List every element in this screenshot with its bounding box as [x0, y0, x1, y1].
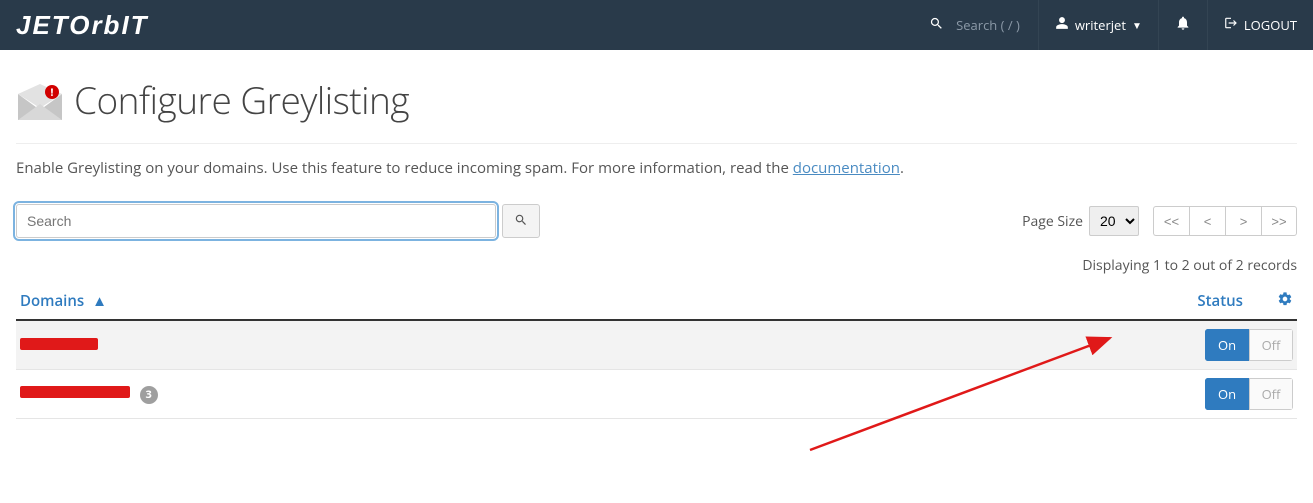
toggle-off-button[interactable]: Off — [1249, 329, 1293, 361]
page-description: Enable Greylisting on your domains. Use … — [16, 158, 1297, 178]
column-header-status[interactable]: Status — [764, 283, 1297, 320]
toggle-off-button[interactable]: Off — [1249, 378, 1293, 410]
toggle-on-button[interactable]: On — [1205, 378, 1249, 410]
description-suffix: . — [900, 158, 904, 178]
notifications-button[interactable] — [1158, 0, 1207, 50]
gear-icon[interactable] — [1277, 291, 1293, 312]
bell-icon — [1175, 15, 1191, 35]
table-toolbar: Page Size 20 << < > >> — [16, 204, 1297, 238]
domain-name-redacted — [20, 338, 98, 350]
caret-down-icon: ▼ — [1132, 18, 1142, 32]
sort-asc-icon: ▲ — [92, 291, 107, 311]
search-icon — [514, 213, 528, 230]
svg-text:!: ! — [50, 85, 53, 100]
search-group — [16, 204, 540, 238]
domain-name-redacted — [20, 386, 130, 398]
greylisting-envelope-icon: ! — [16, 82, 60, 118]
table-row: 3 On Off — [16, 370, 1297, 419]
records-info: Displaying 1 to 2 out of 2 records — [16, 256, 1297, 275]
brand-logo: JETOrbIT — [0, 10, 165, 41]
pager-next-button[interactable]: > — [1225, 206, 1261, 236]
status-header-label: Status — [1197, 291, 1243, 311]
column-header-domains[interactable]: Domains ▲ — [16, 283, 764, 320]
search-icon — [929, 16, 944, 35]
page-header: ! Configure Greylisting — [16, 66, 1297, 144]
user-menu[interactable]: writerjet ▼ — [1038, 0, 1158, 50]
pager-last-button[interactable]: >> — [1261, 206, 1297, 236]
domain-search-input[interactable] — [16, 204, 496, 238]
page-title: Configure Greylisting — [74, 74, 409, 125]
page-size-group: Page Size 20 << < > >> — [1022, 206, 1297, 236]
pager-prev-button[interactable]: < — [1189, 206, 1225, 236]
logout-button[interactable]: LOGOUT — [1207, 0, 1313, 50]
description-text: Enable Greylisting on your domains. Use … — [16, 158, 793, 178]
table-row: On Off — [16, 320, 1297, 370]
pager-first-button[interactable]: << — [1153, 206, 1189, 236]
logout-icon — [1224, 16, 1238, 34]
search-placeholder-text: Search ( / ) — [956, 16, 1020, 34]
logout-label: LOGOUT — [1244, 16, 1297, 34]
greylisting-toggle: On Off — [1205, 329, 1293, 361]
username-label: writerjet — [1075, 16, 1126, 34]
topbar: JETOrbIT Search ( / ) writerjet ▼ LOGOUT — [0, 0, 1313, 50]
domains-table: Domains ▲ Status On O — [16, 283, 1297, 419]
greylisting-toggle: On Off — [1205, 378, 1293, 410]
documentation-link[interactable]: documentation — [793, 158, 900, 178]
user-icon — [1055, 16, 1069, 34]
page-content: ! Configure Greylisting Enable Greylisti… — [0, 50, 1313, 435]
count-badge: 3 — [140, 386, 158, 404]
pager: << < > >> — [1153, 206, 1297, 236]
search-button[interactable] — [502, 204, 540, 238]
page-size-label: Page Size — [1022, 212, 1083, 231]
global-search[interactable]: Search ( / ) — [911, 16, 1038, 35]
toggle-on-button[interactable]: On — [1205, 329, 1249, 361]
domains-header-label: Domains — [20, 291, 84, 311]
page-size-select[interactable]: 20 — [1089, 206, 1139, 236]
